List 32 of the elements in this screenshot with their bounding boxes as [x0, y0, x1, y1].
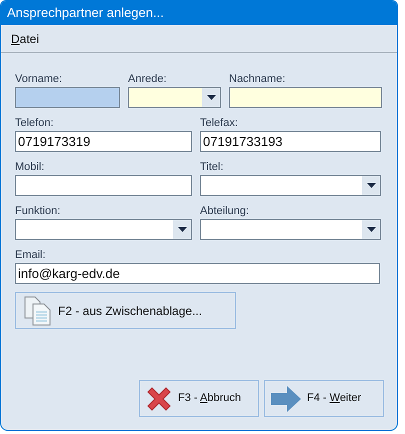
field-label: Telefon: — [15, 116, 55, 130]
dropdown-field[interactable] — [128, 87, 221, 108]
input-field[interactable]: info@karg-edv.de — [15, 263, 380, 284]
field-label: Vorname: — [15, 72, 64, 86]
dropdown-field[interactable] — [200, 175, 381, 196]
caret-icon — [366, 183, 376, 188]
input-field[interactable] — [229, 87, 382, 108]
field-label: Abteilung: — [200, 204, 250, 218]
input-field[interactable]: 07191733193 — [200, 131, 381, 152]
arrow-right-icon — [271, 386, 301, 412]
dropdown-field[interactable] — [15, 219, 192, 240]
field-label: Titel: — [200, 160, 224, 174]
window-title: Ansprechpartner anlegen... — [1, 1, 397, 25]
input-field[interactable]: 0719173319 — [15, 131, 192, 152]
next-button[interactable]: F4 - Weiter — [264, 380, 384, 417]
caret-icon — [366, 227, 376, 232]
field-label: Telefax: — [200, 116, 239, 130]
input-field[interactable] — [15, 87, 120, 108]
field-label: Nachname: — [229, 72, 286, 86]
cancel-button[interactable]: F3 - Abbruch — [139, 380, 259, 417]
caret-icon — [206, 95, 216, 100]
dropdown-field[interactable] — [200, 219, 381, 240]
caret-icon — [178, 227, 186, 232]
input-field[interactable] — [15, 175, 192, 196]
paste-from-clipboard-button[interactable]: F2 - aus Zwischenablage... — [15, 292, 236, 329]
field-label: Anrede: — [128, 72, 168, 86]
field-label: Funktion: — [15, 204, 62, 218]
field-label: Email: — [15, 248, 47, 262]
field-label: Mobil: — [15, 160, 46, 174]
documents-icon — [24, 296, 52, 326]
menu-item[interactable]: Datei — [11, 30, 40, 48]
close-icon — [146, 386, 172, 412]
